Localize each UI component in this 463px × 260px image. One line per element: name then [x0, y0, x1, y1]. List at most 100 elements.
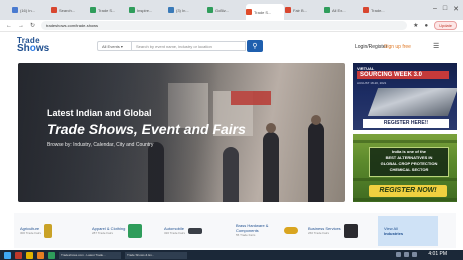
taskbar-window-label: Tradeshows.com - Latest Trade... [61, 253, 106, 257]
reload-icon[interactable]: ↻ [30, 22, 35, 29]
tab-favicon-icon [51, 7, 57, 13]
view-all-industries-button[interactable]: View All Industries [378, 215, 438, 246]
tab-favicon-icon [324, 7, 330, 13]
category-count: 287 Trade Fairs [92, 230, 114, 235]
ad-crop-row [353, 198, 457, 201]
volume-icon[interactable] [404, 252, 409, 257]
category-name: Automobile [164, 225, 185, 231]
category-brass-hardware[interactable]: Brass Hardware & Components 55 Trade Fair… [230, 216, 298, 246]
browser-tab[interactable]: Trade S... [90, 4, 128, 16]
industry-category-strip: Agriculture 300 Trade Fairs Apparel & Clo… [14, 213, 456, 248]
tab-label: Fair B... [293, 7, 308, 13]
close-icon[interactable]: ✕ [453, 5, 459, 13]
hero-booth-banner [231, 91, 271, 105]
taskbar-window-label: Trade Shows & Ev... [127, 253, 155, 257]
update-button[interactable]: Update [434, 21, 457, 30]
tab-favicon-icon [90, 7, 96, 13]
maximize-icon[interactable]: □ [443, 5, 447, 13]
hero-person-head [311, 115, 321, 125]
hero-person-shape [223, 147, 239, 202]
hero-browse-text: Browse by: Industry, Calendar, City and … [47, 142, 154, 148]
hero-person-shape [263, 132, 279, 202]
category-count: 300 Trade Fairs [20, 230, 42, 235]
taskbar-clock[interactable]: 4:01 PM [428, 251, 447, 257]
start-icon[interactable] [4, 251, 11, 259]
taskbar-window[interactable]: Tradeshows.com - Latest Trade... [59, 251, 121, 259]
hardware-icon [284, 227, 298, 234]
system-tray [396, 252, 417, 257]
crop-protection-ad[interactable]: India is one of the BEST ALTERNATIVES IN… [353, 134, 457, 202]
network-icon[interactable] [396, 252, 401, 257]
ad-title: SOURCING WEEK 3.0 [357, 71, 449, 79]
browser-tab[interactable]: Search... [51, 4, 89, 16]
taskbar-window[interactable]: Trade Shows & Ev... [125, 251, 187, 259]
category-name: Apparel & Clothing [92, 225, 126, 231]
tab-label: Trade S... [98, 7, 116, 13]
url-input[interactable]: tradeshows.com/trade-shows [41, 21, 408, 30]
search-category-select[interactable]: All Events ▾ [97, 41, 132, 51]
view-all-line2: Industries [384, 230, 404, 236]
hero-banner[interactable]: Latest Indian and Global Trade Shows, Ev… [18, 63, 345, 202]
signup-link[interactable]: Sign up free [384, 44, 411, 50]
chrome-icon[interactable] [26, 251, 33, 259]
files-icon[interactable] [37, 251, 44, 259]
search-category-label: All Events [102, 43, 120, 49]
browser-tab-strip: (16) In... Search... Trade S... Inspire.… [0, 0, 463, 20]
category-business-services[interactable]: Business Services 260 Trade Fairs [302, 216, 370, 246]
browser-tab[interactable]: GoBiz... [207, 4, 245, 16]
browser-tab[interactable]: (16) In... [12, 4, 50, 16]
tab-favicon-icon [207, 7, 213, 13]
category-name: Business Services [308, 225, 341, 231]
back-icon[interactable]: ← [6, 23, 12, 29]
sourcing-week-ad[interactable]: VIRTUAL SOURCING WEEK 3.0 AUGUST 18-20, … [353, 63, 457, 130]
search-button[interactable]: ⚲ [247, 40, 263, 52]
browser-tab-active[interactable]: Trade S... [246, 4, 284, 20]
battery-icon[interactable] [412, 252, 417, 257]
tab-label: GoBiz... [215, 7, 230, 13]
car-icon [188, 227, 203, 234]
tab-label: Inspire... [137, 7, 153, 13]
profile-icon[interactable]: ● [424, 23, 428, 29]
category-name: Agriculture [20, 225, 40, 231]
os-taskbar: Tradeshows.com - Latest Trade... Trade S… [0, 250, 463, 260]
apparel-icon [128, 223, 143, 238]
browser-tab[interactable]: Ali Ex... [324, 4, 362, 16]
category-automobile[interactable]: Automobile 320 Trade Fairs [158, 216, 226, 246]
plant-icon [44, 223, 53, 238]
search-icon[interactable] [15, 251, 22, 259]
tab-favicon-icon [363, 7, 369, 13]
hero-person-head [266, 123, 276, 133]
ad-line: CHEMICAL SECTOR [389, 167, 429, 172]
category-count: 320 Trade Fairs [164, 230, 186, 235]
app-icon[interactable] [48, 251, 55, 259]
site-logo[interactable]: Trade Shows [17, 37, 49, 54]
category-count: 260 Trade Fairs [308, 230, 330, 235]
search-placeholder: Search by event name, industry or locati… [136, 43, 212, 49]
address-bar: ← → ↻ tradeshows.com/trade-shows ★ ● Upd… [0, 20, 463, 32]
category-name: Brass Hardware & Components [236, 223, 269, 233]
hamburger-menu-icon[interactable]: ☰ [433, 42, 439, 50]
tab-favicon-icon [129, 7, 135, 13]
category-agriculture[interactable]: Agriculture 300 Trade Fairs [14, 216, 82, 246]
tab-label: Trade S... [254, 9, 272, 15]
tab-favicon-icon [12, 7, 18, 13]
forward-icon[interactable]: → [18, 23, 24, 29]
register-here-button[interactable]: REGISTER HERE!! [363, 119, 449, 128]
tab-label: Trade... [371, 7, 385, 13]
browser-tab[interactable]: (3) In... [168, 4, 206, 16]
category-apparel[interactable]: Apparel & Clothing 287 Trade Fairs [86, 216, 154, 246]
hero-title: Trade Shows, Event and Fairs [47, 121, 246, 137]
briefcase-icon [343, 223, 358, 238]
browser-tab[interactable]: Trade... [363, 4, 401, 16]
tab-label: (16) In... [20, 7, 35, 13]
register-now-button[interactable]: REGISTER NOW! [369, 185, 447, 197]
login-register-link[interactable]: Login/Register [355, 44, 387, 50]
extensions-icon[interactable]: ★ [413, 22, 418, 29]
url-text: tradeshows.com/trade-shows [46, 23, 99, 28]
tab-label: (3) In... [176, 7, 189, 13]
search-input[interactable]: Search by event name, industry or locati… [132, 41, 246, 51]
browser-tab[interactable]: Inspire... [129, 4, 167, 16]
tab-label: Search... [59, 7, 76, 13]
browser-tab[interactable]: Fair B... [285, 4, 323, 16]
minimize-icon[interactable]: – [433, 5, 437, 13]
